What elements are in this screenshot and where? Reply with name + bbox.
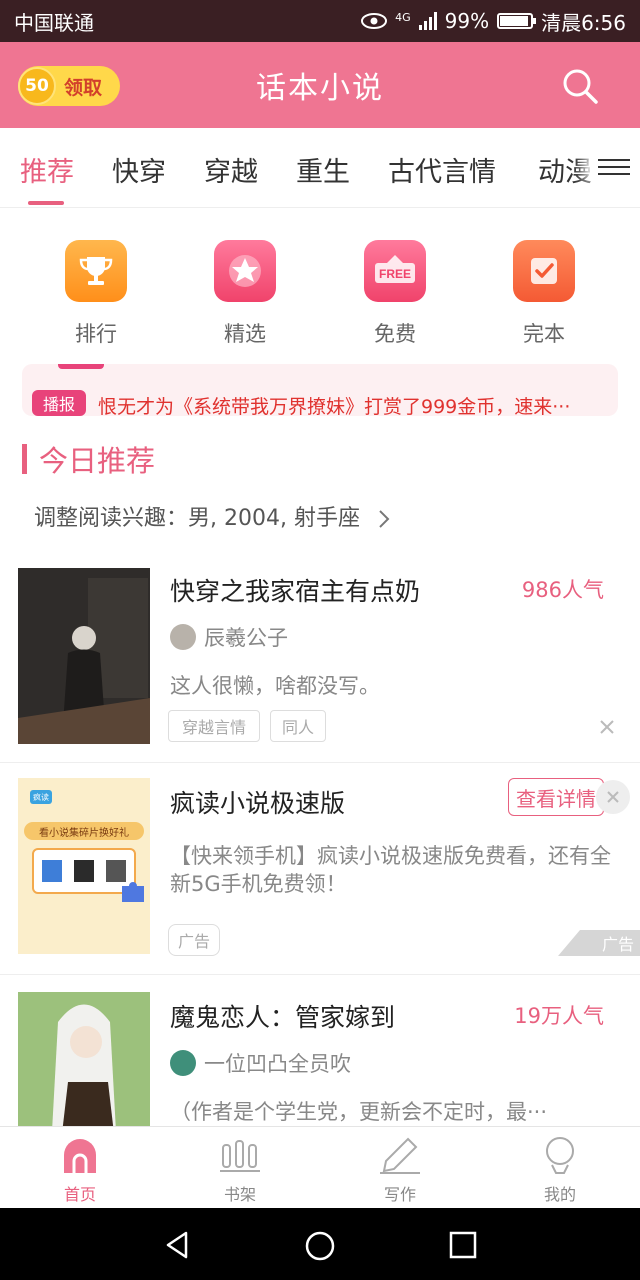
category-tabs: 推荐 快穿 穿越 重生 古代言情 动漫 bbox=[0, 128, 640, 208]
trophy-icon bbox=[65, 240, 127, 302]
broadcast-ticker[interactable]: 播报 恨无才为《系统带我万界撩妹》打赏了999金币，速来··· bbox=[22, 364, 618, 416]
tab-anime[interactable]: 动漫 bbox=[538, 150, 592, 189]
app-header: 50 领取 话本小说 bbox=[0, 42, 640, 128]
tab-rebirth[interactable]: 重生 bbox=[296, 150, 350, 189]
avatar bbox=[170, 1050, 196, 1076]
book-description: 这人很懒，啥都没写。 bbox=[170, 674, 380, 698]
carrier-label: 中国联通 bbox=[14, 10, 94, 35]
close-icon[interactable] bbox=[598, 718, 616, 736]
nav-label: 书架 bbox=[223, 1185, 256, 1204]
search-icon[interactable] bbox=[560, 66, 600, 106]
ticker-decoration bbox=[58, 364, 104, 369]
book-title: 快穿之我家宿主有点奶 bbox=[170, 577, 421, 606]
star-icon bbox=[214, 240, 276, 302]
clock: 清晨6:56 bbox=[541, 10, 626, 35]
menu-icon[interactable] bbox=[598, 154, 630, 182]
quick-link-free[interactable]: FREE 免费 bbox=[335, 240, 455, 348]
back-icon[interactable] bbox=[162, 1230, 192, 1260]
broadcast-message: 恨无才为《系统带我万界撩妹》打赏了999金币，速来··· bbox=[98, 396, 571, 416]
nav-home[interactable]: 首页 bbox=[30, 1135, 130, 1205]
bottom-navigation: 首页 书架 写作 我的 bbox=[0, 1126, 640, 1208]
close-icon bbox=[607, 791, 619, 803]
book-title: 魔鬼恋人：管家嫁到 bbox=[170, 1003, 396, 1032]
chevron-right-icon bbox=[379, 510, 390, 528]
ad-title: 疯读小说极速版 bbox=[170, 789, 346, 818]
divider bbox=[0, 762, 640, 763]
ad-cover: 疯读 看小说集碎片换好礼 bbox=[18, 778, 150, 954]
nav-bookshelf[interactable]: 书架 bbox=[190, 1135, 290, 1205]
ad-card[interactable]: 疯读 看小说集碎片换好礼 疯读小说极速版 查看详情 【快来领手机】疯读小说极速版… bbox=[0, 778, 640, 974]
preference-text: 调整阅读兴趣：男, 2004, 射手座 bbox=[34, 506, 360, 531]
quick-link-label: 完本 bbox=[523, 322, 565, 346]
section-title: 今日推荐 bbox=[22, 438, 155, 480]
tab-indicator bbox=[28, 201, 64, 205]
battery-icon bbox=[497, 13, 537, 29]
bookshelf-icon bbox=[220, 1140, 260, 1172]
coin-icon: 50 bbox=[18, 67, 56, 105]
battery-percent: 99% bbox=[444, 9, 490, 33]
section-bar bbox=[22, 444, 27, 474]
author: 一位凹凸全员吹 bbox=[170, 1048, 351, 1078]
quick-link-label: 免费 bbox=[374, 322, 416, 346]
recents-icon[interactable] bbox=[448, 1230, 478, 1260]
home-circle-icon[interactable] bbox=[304, 1230, 336, 1262]
coin-amount: 50 bbox=[25, 76, 49, 96]
puzzle-icon bbox=[122, 882, 144, 902]
claim-label: 领取 bbox=[64, 76, 103, 99]
tab-ancient-romance[interactable]: 古代言情 bbox=[388, 150, 496, 189]
home-icon bbox=[64, 1139, 96, 1173]
ad-cover-text: 看小说集碎片换好礼 bbox=[24, 822, 144, 840]
nav-label: 首页 bbox=[63, 1185, 96, 1204]
popularity: 986人气 bbox=[521, 578, 604, 602]
view-details-button[interactable]: 查看详情 bbox=[508, 778, 604, 816]
ad-close-button[interactable] bbox=[596, 780, 630, 814]
eye-icon bbox=[361, 13, 388, 29]
pencil-icon bbox=[380, 1137, 420, 1174]
quick-link-label: 排行 bbox=[75, 322, 117, 346]
ad-description: 【快来领手机】疯读小说极速版免费看，还有全新5G手机免费领！ bbox=[170, 844, 611, 896]
tab-time-travel[interactable]: 穿越 bbox=[204, 150, 258, 189]
divider bbox=[0, 974, 640, 975]
section-title-text: 今日推荐 bbox=[39, 444, 156, 478]
check-icon bbox=[513, 240, 575, 302]
free-icon: FREE bbox=[364, 240, 426, 302]
nav-write[interactable]: 写作 bbox=[350, 1135, 450, 1205]
book-tag: 同人 bbox=[270, 710, 326, 742]
nav-profile[interactable]: 我的 bbox=[510, 1135, 610, 1205]
profile-icon bbox=[546, 1137, 574, 1174]
network-label: 4G bbox=[395, 10, 411, 24]
nav-label: 写作 bbox=[383, 1185, 416, 1204]
book-description: （作者是个学生党，更新会不定时，最··· bbox=[170, 1100, 548, 1124]
signal-icon bbox=[418, 12, 437, 30]
status-bar: 中国联通 4G 99% 清晨6:56 bbox=[0, 0, 640, 42]
quick-link-featured[interactable]: 精选 bbox=[185, 240, 305, 348]
quick-link-completed[interactable]: 完本 bbox=[484, 240, 604, 348]
adjust-preference-link[interactable]: 调整阅读兴趣：男, 2004, 射手座 bbox=[34, 500, 391, 532]
tab-quick-travel[interactable]: 快穿 bbox=[112, 150, 166, 189]
ad-corner-label: 广告 bbox=[558, 930, 640, 956]
author-name: 一位凹凸全员吹 bbox=[204, 1052, 351, 1076]
ad-logo: 疯读 bbox=[30, 790, 52, 804]
book-card[interactable]: 快穿之我家宿主有点奶 986人气 辰羲公子 这人很懒，啥都没写。 穿越言情 同人 bbox=[0, 566, 640, 762]
quick-link-ranking[interactable]: 排行 bbox=[36, 240, 156, 348]
ad-tag: 广告 bbox=[168, 924, 220, 956]
popularity: 19万人气 bbox=[514, 1004, 604, 1028]
book-cover bbox=[18, 568, 150, 744]
avatar bbox=[170, 624, 196, 650]
book-tag: 穿越言情 bbox=[168, 710, 260, 742]
svg-text:FREE: FREE bbox=[379, 267, 411, 281]
app-title: 话本小说 bbox=[256, 71, 384, 106]
nav-label: 我的 bbox=[543, 1185, 576, 1204]
author-name: 辰羲公子 bbox=[204, 626, 288, 650]
author: 辰羲公子 bbox=[170, 622, 288, 652]
claim-coins-button[interactable]: 50 领取 bbox=[18, 66, 120, 106]
quick-link-label: 精选 bbox=[224, 322, 266, 346]
ad-corner-text: 广告 bbox=[601, 935, 634, 954]
book-cover bbox=[18, 992, 150, 1126]
tab-recommend[interactable]: 推荐 bbox=[20, 150, 74, 189]
broadcast-badge: 播报 bbox=[32, 390, 86, 416]
book-card[interactable]: 魔鬼恋人：管家嫁到 19万人气 一位凹凸全员吹 （作者是个学生党，更新会不定时，… bbox=[0, 992, 640, 1126]
system-navigation-bar bbox=[0, 1208, 640, 1280]
